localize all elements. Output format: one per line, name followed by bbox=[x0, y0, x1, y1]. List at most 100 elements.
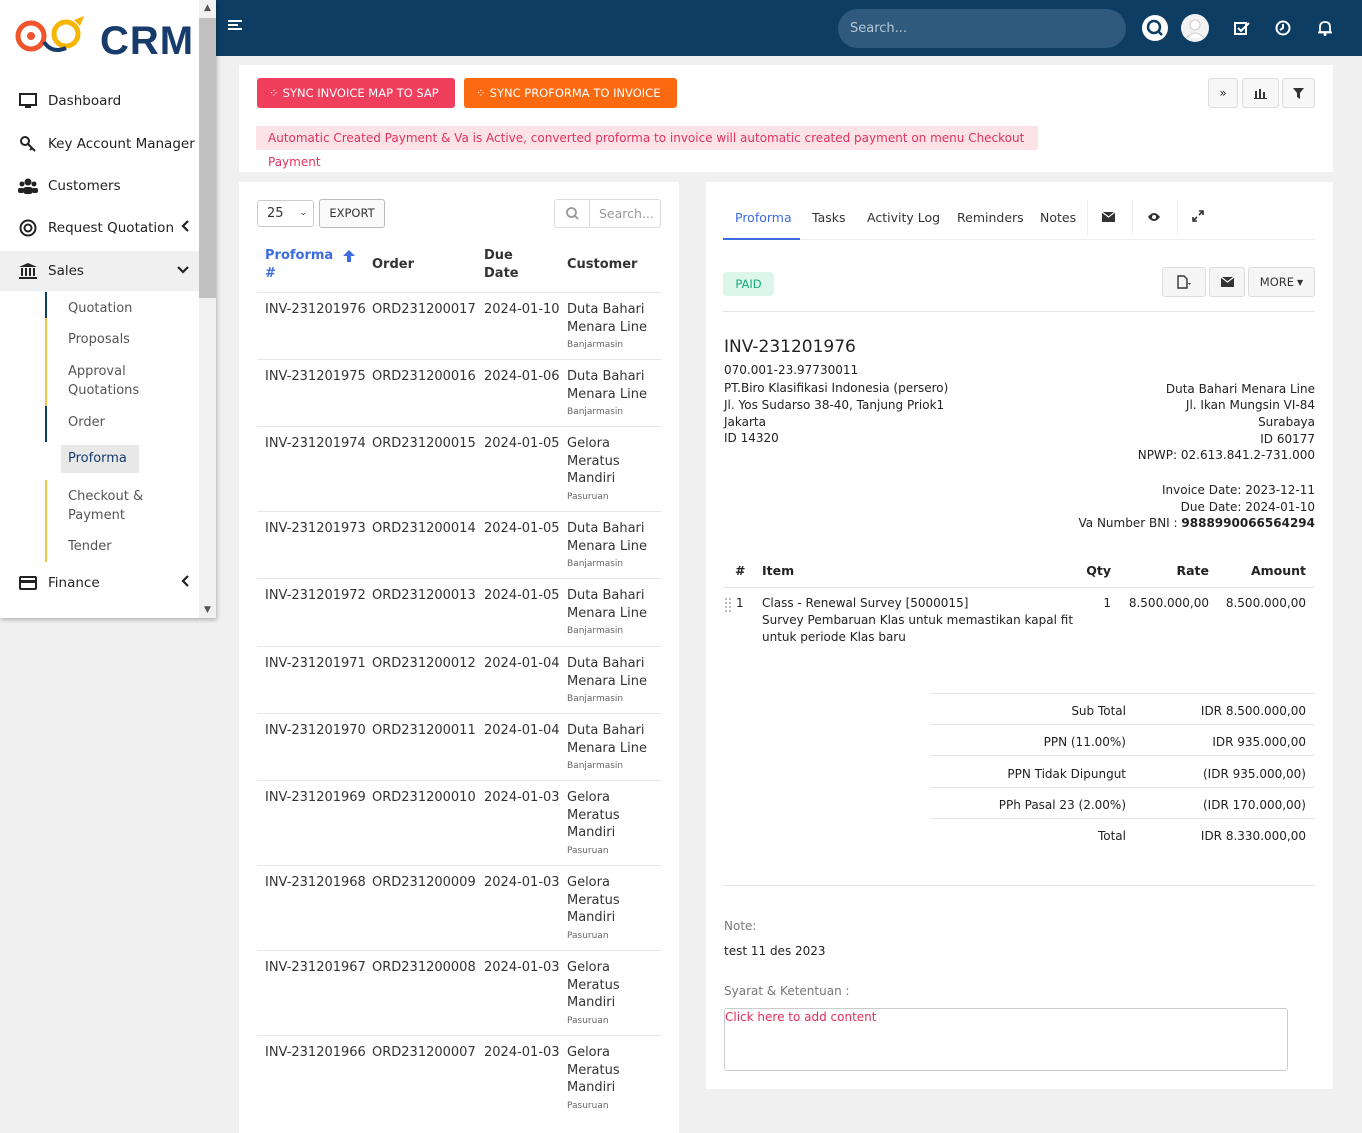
sidebar-item-dashboard[interactable]: Dashboard bbox=[0, 81, 199, 121]
send-email-button[interactable] bbox=[1209, 267, 1245, 297]
cell-invoice[interactable]: INV-231201975 bbox=[265, 368, 366, 386]
avatar[interactable] bbox=[1181, 14, 1209, 42]
sidebar-item-sales[interactable]: Sales bbox=[0, 251, 199, 291]
from-address: Jl. Yos Sudarso 38-40, Tanjung Priok1 bbox=[724, 398, 945, 412]
page-size-select[interactable]: 25 ⌄ bbox=[257, 200, 314, 227]
from-zip: ID 14320 bbox=[724, 431, 779, 445]
cell-customer: Menara Line bbox=[567, 319, 647, 335]
cell-city: Banjarmasin bbox=[567, 340, 624, 350]
cell-invoice[interactable]: INV-231201966 bbox=[265, 1044, 366, 1062]
cell-invoice[interactable]: INV-231201971 bbox=[265, 655, 366, 673]
totals-label: PPN Tidak Dipungut bbox=[1007, 767, 1126, 781]
cell-city: Banjarmasin bbox=[567, 761, 624, 771]
list-search[interactable]: Search... bbox=[554, 199, 661, 228]
cell-customer: Menara Line bbox=[567, 673, 647, 689]
tab-activity-log[interactable]: Activity Log bbox=[867, 210, 940, 225]
sidebar-item-request-quotation[interactable]: Request Quotation bbox=[0, 208, 199, 248]
tab-eye-icon[interactable] bbox=[1147, 210, 1161, 225]
sidebar-scrollbar[interactable]: ▲ ▼ bbox=[199, 0, 216, 618]
cell-city: Banjarmasin bbox=[567, 626, 624, 636]
export-button[interactable]: EXPORT bbox=[319, 199, 385, 228]
tab-divider bbox=[1132, 200, 1133, 236]
column-header-due-date[interactable]: Due bbox=[484, 247, 513, 265]
to-city: Surabaya bbox=[1258, 415, 1315, 429]
subnav-tender[interactable]: Tender bbox=[68, 537, 112, 556]
bar-chart-icon[interactable] bbox=[1242, 78, 1279, 108]
task-check-icon[interactable] bbox=[1228, 14, 1256, 42]
subnav-proforma[interactable]: Proforma bbox=[61, 445, 139, 473]
sidebar: CRM Dashboard Key Account Manager Custom… bbox=[0, 0, 216, 618]
totals-label: PPh Pasal 23 (2.00%) bbox=[998, 798, 1126, 812]
status-badge: PAID bbox=[723, 272, 774, 296]
app-logo[interactable]: CRM bbox=[14, 12, 193, 61]
expand-icon[interactable] bbox=[1192, 210, 1204, 225]
column-header-proforma[interactable]: Proforma bbox=[265, 247, 333, 265]
cell-due-date: 2024-01-03 bbox=[484, 790, 560, 805]
more-dropdown-button[interactable]: MORE ▼ bbox=[1248, 267, 1315, 297]
tab-notes[interactable]: Notes bbox=[1040, 210, 1076, 225]
cell-city: Pasuruan bbox=[567, 491, 609, 502]
totals-label: Sub Total bbox=[1071, 704, 1126, 718]
tab-proforma[interactable]: Proforma bbox=[735, 210, 792, 225]
due-date: Due Date: 2024-01-10 bbox=[1180, 500, 1315, 514]
tab-reminders[interactable]: Reminders bbox=[957, 210, 1024, 225]
cell-customer: Mandiri bbox=[567, 471, 616, 486]
sidebar-item-label: Key Account Manager bbox=[48, 136, 195, 152]
cell-invoice[interactable]: INV-231201972 bbox=[265, 587, 366, 605]
terms-editor[interactable]: Click here to add content bbox=[724, 1008, 1288, 1071]
sort-arrow-up-icon[interactable] bbox=[342, 249, 356, 267]
cell-due-date: 2024-01-04 bbox=[484, 656, 560, 671]
totals-value: IDR 8.500.000,00 bbox=[1200, 704, 1306, 718]
tab-email-icon[interactable] bbox=[1101, 210, 1116, 225]
column-header-customer[interactable]: Customer bbox=[567, 256, 637, 274]
item-rate: 8.500.000,00 bbox=[1128, 596, 1209, 610]
cell-order: ORD231200012 bbox=[372, 656, 476, 671]
credit-card-icon bbox=[18, 573, 38, 593]
sync-proforma-invoice-button[interactable]: ⁘ SYNC PROFORMA TO INVOICE bbox=[464, 78, 677, 108]
cell-customer: Mandiri bbox=[567, 1080, 616, 1095]
pdf-dropdown-button[interactable] bbox=[1162, 267, 1206, 297]
sidebar-item-label: Request Quotation bbox=[48, 220, 174, 236]
sidebar-item-customers[interactable]: Customers bbox=[0, 166, 199, 206]
column-header-proforma-hash[interactable]: # bbox=[265, 265, 276, 283]
menu-toggle-icon[interactable] bbox=[228, 20, 242, 34]
cell-customer: Menara Line bbox=[567, 386, 647, 402]
cell-invoice[interactable]: INV-231201967 bbox=[265, 959, 366, 977]
tab-tasks[interactable]: Tasks bbox=[812, 210, 846, 225]
cell-invoice[interactable]: INV-231201969 bbox=[265, 789, 366, 807]
clock-icon[interactable] bbox=[1269, 14, 1297, 42]
sync-invoice-sap-button[interactable]: ⁘ SYNC INVOICE MAP TO SAP bbox=[257, 78, 455, 108]
scroll-down-icon[interactable]: ▼ bbox=[199, 602, 216, 618]
filter-icon[interactable] bbox=[1282, 78, 1315, 108]
sidebar-item-key-account-manager[interactable]: Key Account Manager bbox=[0, 124, 199, 164]
scroll-thumb[interactable] bbox=[199, 18, 216, 298]
subnav-checkout-payment[interactable]: Checkout & Payment bbox=[68, 487, 158, 525]
drag-handle-icon[interactable] bbox=[725, 598, 731, 618]
cell-due-date: 2024-01-06 bbox=[484, 369, 560, 384]
search-icon bbox=[555, 200, 590, 227]
global-search-input[interactable]: Search... bbox=[838, 9, 1126, 48]
spinner-icon: ⁘ bbox=[269, 86, 279, 100]
bell-icon[interactable] bbox=[1311, 14, 1339, 42]
cell-due-date: 2024-01-05 bbox=[484, 588, 560, 603]
cell-invoice[interactable]: INV-231201970 bbox=[265, 722, 366, 740]
cell-invoice[interactable]: INV-231201974 bbox=[265, 435, 366, 453]
list-search-input[interactable]: Search... bbox=[599, 206, 654, 221]
subnav-quotation[interactable]: Quotation bbox=[68, 299, 132, 318]
cell-invoice[interactable]: INV-231201976 bbox=[265, 301, 366, 319]
sidebar-item-finance[interactable]: Finance bbox=[0, 563, 199, 603]
cell-due-date: 2024-01-05 bbox=[484, 521, 560, 536]
cell-due-date: 2024-01-03 bbox=[484, 875, 560, 890]
lifebuoy-icon bbox=[18, 218, 38, 238]
scroll-up-icon[interactable]: ▲ bbox=[199, 0, 216, 16]
cell-invoice[interactable]: INV-231201973 bbox=[265, 520, 366, 538]
key-icon bbox=[18, 134, 38, 154]
column-header-order[interactable]: Order bbox=[372, 256, 414, 274]
page-size-value: 25 bbox=[267, 206, 284, 221]
subnav-proposals[interactable]: Proposals bbox=[68, 330, 130, 349]
cell-invoice[interactable]: INV-231201968 bbox=[265, 874, 366, 892]
subnav-approval-quotations[interactable]: Approval Quotations bbox=[68, 362, 158, 400]
double-chevron-right-icon[interactable]: » bbox=[1208, 78, 1238, 108]
subnav-order[interactable]: Order bbox=[68, 413, 105, 432]
search-icon[interactable] bbox=[1141, 14, 1169, 42]
